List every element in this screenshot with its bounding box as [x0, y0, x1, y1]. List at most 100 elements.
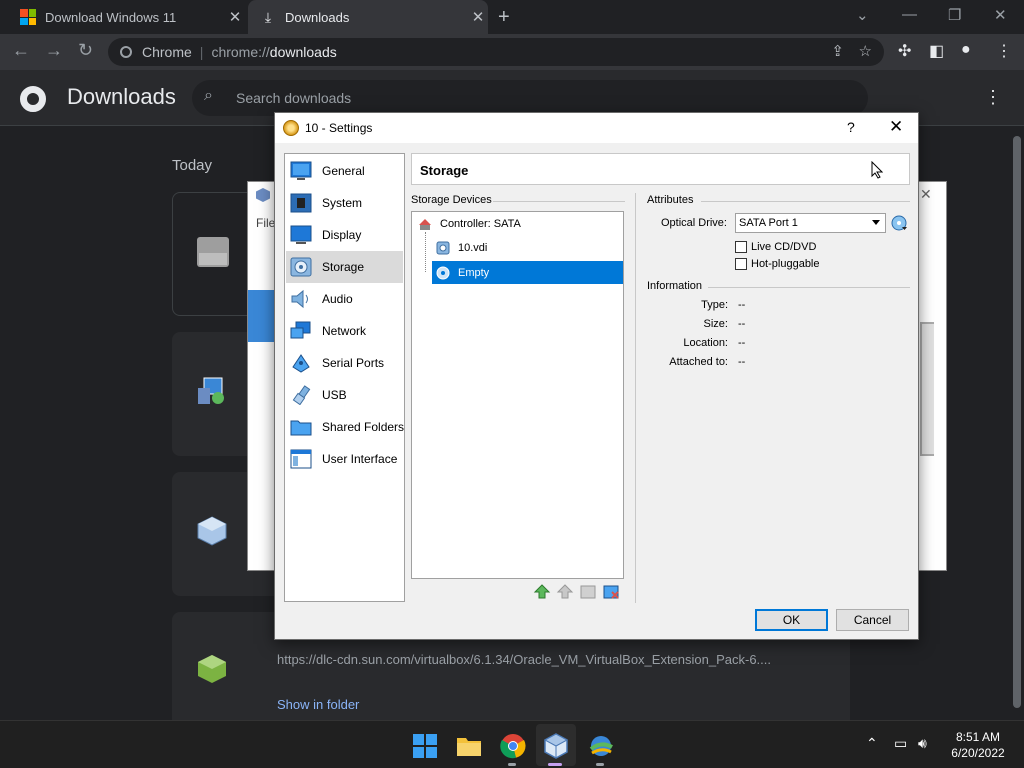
page-title: Downloads	[67, 84, 176, 109]
chrome-icon[interactable]	[500, 733, 526, 759]
category-general[interactable]: General	[286, 155, 403, 187]
show-in-folder-link[interactable]: Show in folder	[277, 697, 359, 712]
display-icon	[290, 225, 312, 244]
optical-disc-icon	[436, 266, 450, 279]
storage-devices-tree[interactable]: Controller: SATA 10.vdi Empty	[411, 211, 624, 579]
system-clock[interactable]: 8:51 AM 6/20/2022	[946, 729, 1010, 761]
date-section-label: Today	[172, 157, 213, 174]
clock-date: 6/20/2022	[951, 746, 1005, 760]
browser-menu-icon[interactable]: ⋮	[996, 41, 1012, 61]
restore-icon[interactable]: ❐	[948, 6, 961, 24]
controller-label: Controller: SATA	[440, 218, 521, 230]
chrome-page-icon	[120, 46, 132, 58]
bookmark-star-icon[interactable]: ☆	[859, 42, 872, 60]
show-hidden-icons-icon[interactable]: ⌃	[866, 735, 878, 752]
info-location-value: --	[738, 337, 746, 349]
search-icon: ⌕	[204, 87, 213, 104]
tab-title: Downloads	[285, 9, 350, 25]
usb-icon	[292, 385, 311, 405]
storage-icon	[290, 257, 312, 277]
category-system[interactable]: System	[286, 187, 403, 219]
volume-icon[interactable]: 🔊︎	[918, 735, 927, 752]
ok-button[interactable]: OK	[755, 609, 828, 631]
close-icon[interactable]: ✕	[920, 186, 932, 203]
page-scrollbar[interactable]	[1010, 126, 1024, 720]
info-attached-to-label: Attached to:	[669, 356, 728, 368]
reload-icon[interactable]: ↻	[78, 40, 93, 61]
iso-file-icon	[197, 237, 229, 267]
add-attachment-icon[interactable]	[579, 583, 597, 601]
category-label: Audio	[322, 292, 353, 306]
tab-download-windows-11[interactable]: Download Windows 11 ✕	[10, 0, 245, 34]
network-app-icon[interactable]	[588, 733, 614, 759]
choose-disk-icon[interactable]	[891, 215, 907, 231]
category-storage[interactable]: Storage	[286, 251, 403, 283]
storage-item-empty[interactable]: Empty	[432, 261, 623, 284]
tab-title: Download Windows 11	[45, 9, 177, 25]
settings-dialog: 10 - Settings ? ✕ General System Display…	[274, 112, 919, 640]
dialog-title: 10 - Settings	[305, 121, 373, 135]
search-downloads-input[interactable]: ⌕ Search downloads	[192, 80, 868, 116]
address-bar[interactable]: Chrome | chrome:// downloads ⇪ ☆	[108, 38, 884, 66]
add-controller-icon[interactable]	[533, 583, 551, 601]
category-label: Storage	[322, 260, 365, 274]
controller-sata[interactable]: Controller: SATA	[416, 213, 621, 235]
file-explorer-icon[interactable]	[456, 733, 482, 759]
remove-controller-icon[interactable]	[556, 583, 574, 601]
virtualbox-icon	[256, 188, 270, 202]
tab-downloads[interactable]: ⤓ Downloads ✕	[248, 0, 488, 34]
share-icon[interactable]: ⇪	[831, 42, 844, 60]
virtualbox-icon[interactable]	[543, 733, 569, 759]
serial-ports-icon	[292, 354, 310, 373]
category-display[interactable]: Display	[286, 219, 403, 251]
hot-pluggable-checkbox[interactable]: Hot-pluggable	[735, 258, 820, 270]
section-title: Storage	[411, 153, 910, 185]
extensions-icon[interactable]: ✣	[898, 41, 911, 61]
new-tab-icon[interactable]: +	[498, 6, 510, 29]
selected-vm-row[interactable]	[248, 290, 276, 342]
window-close-icon[interactable]: ✕	[994, 6, 1007, 24]
downloads-menu-icon[interactable]: ⋮	[984, 87, 1002, 108]
optical-drive-label: Optical Drive:	[660, 217, 727, 229]
category-shared-folders[interactable]: Shared Folders	[286, 411, 404, 443]
back-icon[interactable]: ←	[12, 40, 30, 61]
storage-devices-label: Storage Devices	[411, 194, 492, 206]
active-indicator	[548, 763, 562, 766]
audio-icon	[291, 289, 308, 309]
omnibox-separator: |	[199, 44, 204, 60]
close-icon[interactable]: ✕	[468, 8, 488, 26]
cancel-button[interactable]: Cancel	[836, 609, 909, 631]
vm-preview	[920, 322, 934, 456]
category-user-interface[interactable]: User Interface	[286, 443, 403, 475]
forward-icon[interactable]: →	[45, 40, 63, 61]
help-button[interactable]: ?	[847, 119, 855, 135]
close-icon[interactable]: ✕	[889, 117, 903, 137]
category-network[interactable]: Network	[286, 315, 403, 347]
side-panel-icon[interactable]: ◧	[929, 41, 944, 61]
network-status-icon[interactable]: ▭	[894, 735, 907, 752]
file-menu[interactable]: File	[256, 216, 275, 230]
download-url: https://dlc-cdn.sun.com/virtualbox/6.1.3…	[277, 652, 772, 667]
taskbar: ⌃ ▭ 🔊︎ 8:51 AM 6/20/2022	[0, 720, 1024, 768]
clock-time: 8:51 AM	[955, 730, 1001, 744]
storage-item-10-vdi[interactable]: 10.vdi	[434, 237, 624, 259]
checkbox-box[interactable]	[735, 241, 747, 253]
live-cd-checkbox[interactable]: Live CD/DVD	[735, 241, 816, 253]
info-size-value: --	[738, 318, 746, 330]
section-title-text: Storage	[420, 163, 469, 178]
profile-icon[interactable]: ●	[961, 41, 971, 59]
remove-attachment-icon[interactable]	[602, 583, 620, 601]
search-placeholder: Search downloads	[236, 90, 352, 106]
minimize-icon[interactable]: —	[902, 6, 917, 23]
optical-drive-select[interactable]: SATA Port 1	[735, 213, 886, 233]
start-icon[interactable]	[412, 733, 438, 759]
scrollbar-thumb[interactable]	[1013, 136, 1021, 708]
category-serial-ports[interactable]: Serial Ports	[286, 347, 403, 379]
category-usb[interactable]: USB	[286, 379, 403, 411]
tab-search-icon[interactable]: ⌄	[856, 6, 869, 24]
close-icon[interactable]: ✕	[225, 8, 245, 26]
info-location-label: Location:	[683, 337, 728, 349]
checkbox-label: Live CD/DVD	[751, 241, 817, 253]
category-audio[interactable]: Audio	[286, 283, 403, 315]
checkbox-box[interactable]	[735, 258, 747, 270]
